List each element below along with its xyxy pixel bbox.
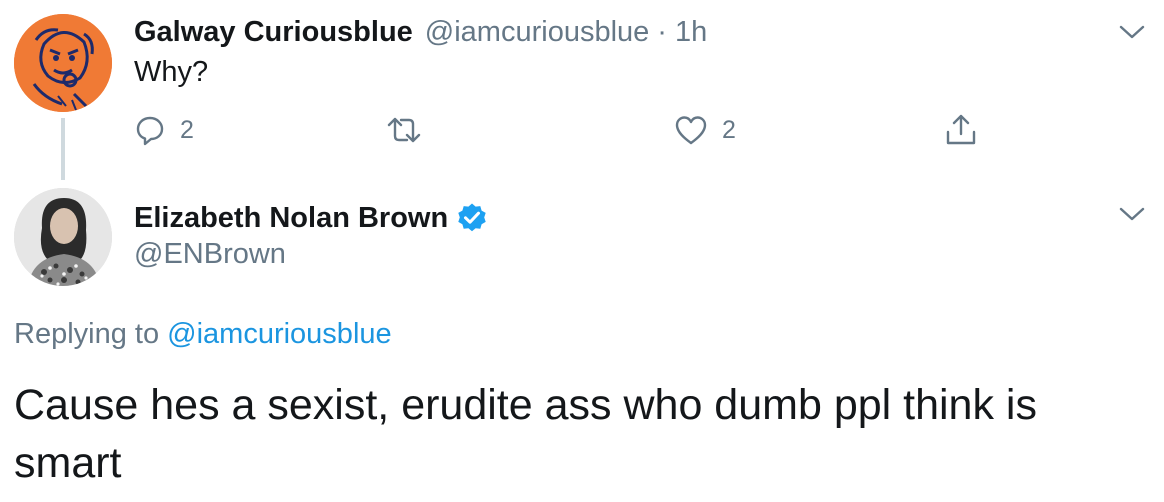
heart-icon <box>675 116 707 145</box>
tweet1-text: Why? <box>134 56 209 88</box>
verified-badge-icon <box>458 203 486 232</box>
avatar-illustration <box>14 14 112 112</box>
tweet2-handle[interactable]: @ENBrown <box>134 238 286 271</box>
reply-count: 2 <box>180 115 194 144</box>
tweet1-display-name[interactable]: Galway Curiousblue <box>134 16 413 49</box>
reply-icon <box>136 116 164 146</box>
avatar-elizabeth-nolan-brown[interactable] <box>14 188 112 286</box>
like-button[interactable]: 2 <box>674 110 736 150</box>
tweet2-display-name[interactable]: Elizabeth Nolan Brown <box>134 202 448 235</box>
share-button[interactable] <box>944 110 978 150</box>
reply-button[interactable]: 2 <box>134 110 194 150</box>
avatar-galway-curiousblue[interactable] <box>14 14 112 112</box>
retweet-button[interactable] <box>386 110 422 150</box>
like-count: 2 <box>722 115 736 144</box>
tweet1-timestamp[interactable]: 1h <box>675 16 707 49</box>
tweet2-header: Elizabeth Nolan Brown <box>134 198 488 238</box>
tweet1-separator: · <box>657 15 667 48</box>
chevron-down-icon[interactable] <box>1118 22 1146 42</box>
tweet2-text: Cause hes a sexist, erudite ass who dumb… <box>14 381 1037 487</box>
tweet1-handle[interactable]: @iamcuriousblue <box>425 16 649 49</box>
replying-to-mention[interactable]: @iamcuriousblue <box>167 318 391 350</box>
chevron-down-icon[interactable] <box>1118 204 1146 224</box>
replying-to-label: Replying to <box>14 318 160 350</box>
avatar-photo <box>14 188 112 286</box>
share-icon <box>946 114 976 145</box>
replying-to-line: Replying to @iamcuriousblue <box>14 318 392 351</box>
retweet-icon <box>387 117 421 143</box>
thread-connector-line <box>61 118 65 180</box>
tweet1-header: Galway Curiousblue @iamcuriousblue · 1h <box>134 12 707 52</box>
